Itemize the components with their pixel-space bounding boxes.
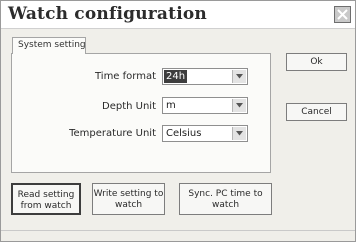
depth-unit-label: Depth Unit: [102, 101, 156, 112]
status-bar: [1, 230, 355, 241]
write-setting-button-label-line2: watch: [114, 200, 143, 210]
write-setting-button[interactable]: Write setting to watch: [92, 183, 165, 215]
chevron-down-icon: [236, 131, 243, 136]
time-format-value: 24h: [164, 70, 188, 83]
close-button[interactable]: [334, 6, 351, 23]
close-icon: [337, 9, 348, 20]
chevron-down-icon: [236, 103, 243, 108]
chevron-down-icon: [236, 74, 243, 79]
sync-pc-time-button-label-line1: Sync. PC time to: [188, 189, 263, 199]
watch-configuration-dialog: Watch configuration System setting Time …: [0, 0, 356, 242]
window-title: Watch configuration: [8, 4, 207, 24]
sync-pc-time-button[interactable]: Sync. PC time to watch: [179, 183, 272, 215]
title-bar: Watch configuration: [1, 1, 355, 29]
read-setting-button-label-line2: from watch: [20, 201, 72, 211]
time-format-select[interactable]: 24h: [162, 68, 248, 85]
temperature-unit-dropdown-button[interactable]: [232, 127, 246, 140]
temperature-unit-value: Celsius: [166, 128, 202, 139]
ok-button[interactable]: Ok: [286, 53, 347, 71]
read-setting-button[interactable]: Read setting from watch: [11, 183, 81, 215]
cancel-button[interactable]: Cancel: [286, 103, 347, 121]
depth-unit-dropdown-button[interactable]: [232, 99, 246, 112]
read-setting-button-label-line1: Read setting: [17, 190, 75, 200]
temperature-unit-select[interactable]: Celsius: [162, 125, 248, 142]
sync-pc-time-button-label-line2: watch: [211, 200, 240, 210]
time-format-label: Time format: [94, 71, 156, 82]
depth-unit-value: m: [166, 100, 176, 111]
write-setting-button-label-line1: Write setting to: [93, 189, 164, 199]
time-format-dropdown-button[interactable]: [232, 70, 246, 83]
depth-unit-select[interactable]: m: [162, 97, 248, 114]
tab-system-setting[interactable]: System setting: [12, 37, 86, 54]
temperature-unit-label: Temperature Unit: [69, 128, 156, 139]
system-setting-panel: Time format 24h Depth Unit m Temperature…: [11, 53, 271, 173]
